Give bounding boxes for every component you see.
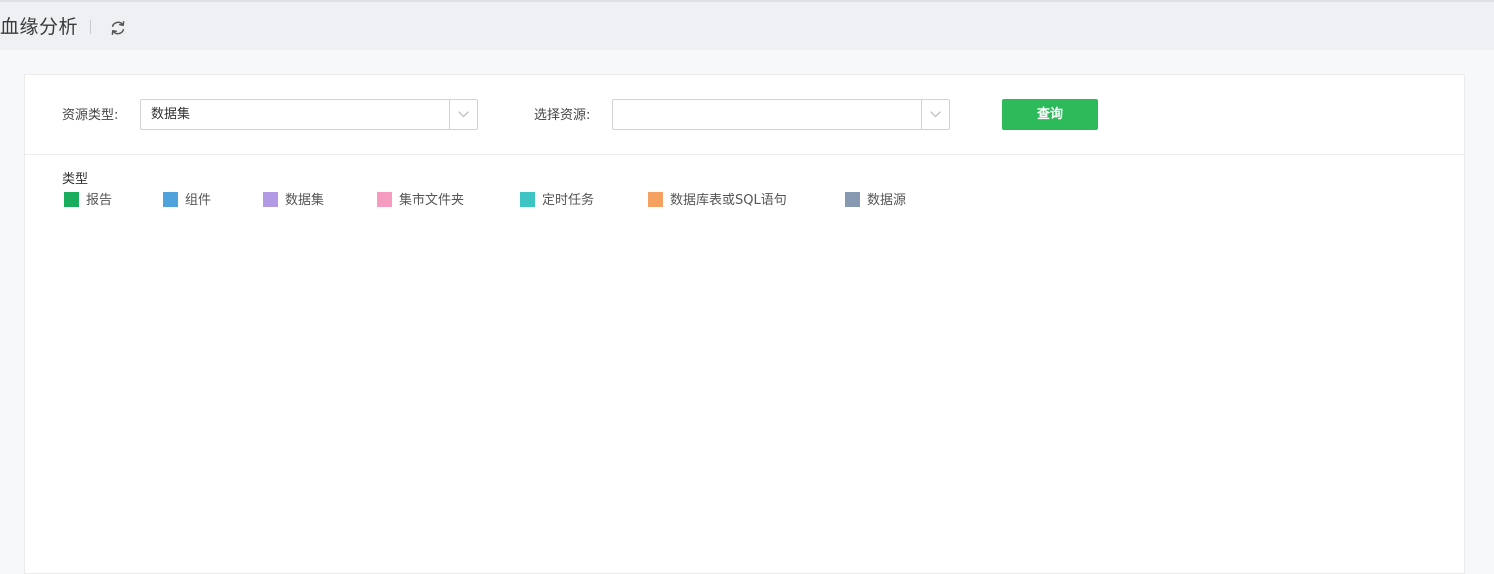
legend-label: 数据库表或SQL语句 (670, 193, 787, 208)
legend-swatch (163, 192, 178, 207)
legend-label: 组件 (185, 193, 212, 208)
select-resource-select[interactable] (612, 99, 950, 130)
legend-label: 集市文件夹 (399, 193, 465, 208)
resource-type-label: 资源类型: (62, 108, 119, 123)
legend-label: 定时任务 (542, 193, 595, 208)
page-title: 血缘分析 (0, 16, 79, 38)
legend-label: 数据源 (867, 193, 907, 208)
legend-swatch (263, 192, 278, 207)
main-panel: 资源类型: 数据集 选择资源: 查询 类型 报告 组件 数据集 集市文件夹 定时… (24, 74, 1465, 574)
legend-swatch (845, 192, 860, 207)
top-bar: 血缘分析 (0, 0, 1494, 50)
legend-swatch (64, 192, 79, 207)
title-divider (90, 20, 91, 34)
select-resource-label: 选择资源: (534, 108, 591, 123)
legend-title: 类型 (62, 172, 89, 187)
resource-type-select[interactable]: 数据集 (140, 99, 478, 130)
legend-swatch (648, 192, 663, 207)
chevron-down-icon[interactable] (449, 100, 477, 129)
query-button[interactable]: 查询 (1002, 99, 1098, 130)
refresh-icon[interactable] (108, 18, 128, 38)
filter-row: 资源类型: 数据集 选择资源: 查询 (25, 75, 1464, 155)
legend-label: 报告 (86, 193, 113, 208)
legend-swatch (520, 192, 535, 207)
resource-type-value: 数据集 (151, 107, 191, 122)
lineage-graph-area[interactable] (25, 225, 1464, 565)
type-legend: 报告 组件 数据集 集市文件夹 定时任务 数据库表或SQL语句 数据源 (25, 191, 1464, 211)
legend-swatch (377, 192, 392, 207)
chevron-down-icon[interactable] (921, 100, 949, 129)
legend-label: 数据集 (285, 193, 325, 208)
